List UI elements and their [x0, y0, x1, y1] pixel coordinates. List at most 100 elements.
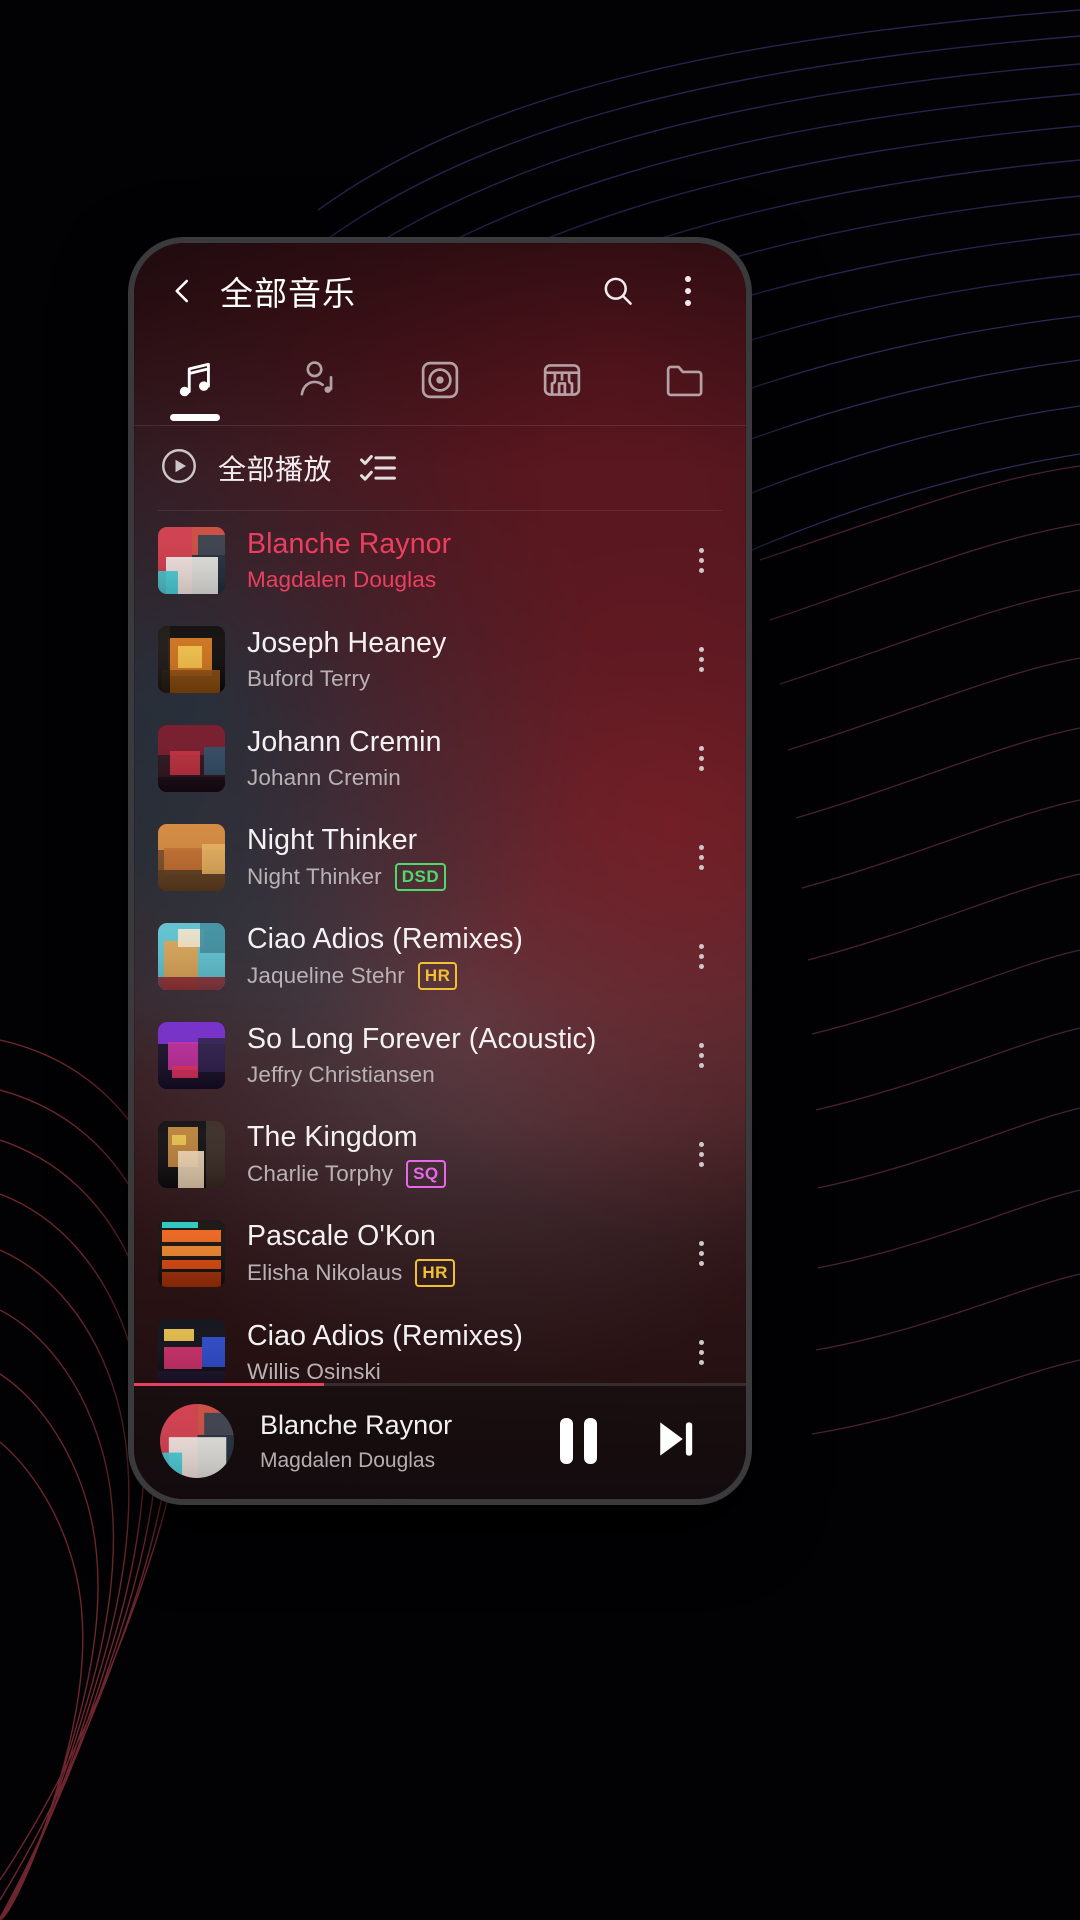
track-row[interactable]: The Kingdom Charlie Torphy SQ: [134, 1105, 746, 1204]
category-tab-bar: [134, 339, 746, 425]
track-album-art: [158, 1220, 225, 1287]
pause-button[interactable]: [542, 1405, 614, 1477]
track-meta: Johann Cremin Johann Cremin: [247, 726, 652, 791]
play-circle-icon: [158, 445, 200, 492]
tab-active-indicator: [170, 414, 221, 421]
track-list[interactable]: Blanche Raynor Magdalen Douglas Joseph Hea…: [134, 511, 746, 1383]
more-vertical-icon: [698, 548, 704, 573]
track-artist: Elisha Nikolaus: [247, 1260, 403, 1285]
skip-next-icon: [649, 1412, 703, 1471]
track-row[interactable]: Johann Cremin Johann Cremin: [134, 709, 746, 808]
track-meta: So Long Forever (Acoustic) Jeffry Christi…: [247, 1023, 652, 1088]
track-artist: Night Thinker: [247, 864, 382, 889]
track-subline: Night Thinker DSD: [247, 863, 652, 891]
track-title: Night Thinker: [247, 824, 418, 856]
quality-badge: SQ: [406, 1160, 446, 1188]
folder-icon: [662, 357, 708, 408]
pause-icon: [559, 1418, 597, 1464]
track-overflow-button[interactable]: [674, 1218, 728, 1290]
track-overflow-button[interactable]: [674, 822, 728, 894]
track-overflow-button[interactable]: [674, 723, 728, 795]
quality-badge: DSD: [394, 863, 447, 891]
track-overflow-button[interactable]: [674, 1020, 728, 1092]
track-album-art: [158, 1022, 225, 1089]
chevron-left-icon[interactable]: [160, 268, 206, 314]
track-title: So Long Forever (Acoustic): [247, 1023, 597, 1055]
track-subline: Jaqueline Stehr HR: [247, 962, 652, 990]
mini-player-title: Blanche Raynor: [260, 1409, 453, 1440]
track-subline: Charlie Torphy SQ: [247, 1160, 652, 1188]
track-title: Johann Cremin: [247, 726, 442, 758]
track-row[interactable]: Joseph Heaney Buford Terry: [134, 610, 746, 709]
track-meta: Ciao Adios (Remixes) Willis Osinski: [247, 1320, 652, 1383]
phone-device-frame: 全部音乐 全部播放 Blanche Raynor Magdalen Dougla…: [128, 237, 752, 1505]
track-subline: Buford Terry: [247, 666, 652, 692]
track-meta: Pascale O'Kon Elisha Nikolaus HR: [247, 1220, 652, 1287]
music-note-icon: [172, 357, 218, 408]
more-vertical-icon: [698, 1142, 704, 1167]
track-overflow-button[interactable]: [674, 624, 728, 696]
more-vertical-icon: [698, 1043, 704, 1068]
track-album-art: [158, 527, 225, 594]
track-artist: Jeffry Christiansen: [247, 1062, 435, 1087]
playback-progress-track[interactable]: [134, 1383, 746, 1386]
track-meta: Blanche Raynor Magdalen Douglas: [247, 528, 652, 593]
album-disc-icon: [417, 357, 463, 408]
play-all-button[interactable]: 全部播放: [158, 445, 332, 492]
mini-player-avatar[interactable]: [160, 1404, 234, 1478]
mini-player[interactable]: Blanche Raynor Magdalen Douglas: [134, 1383, 746, 1499]
track-subline: Johann Cremin: [247, 765, 652, 791]
more-vertical-icon[interactable]: [660, 263, 716, 319]
quality-badge: HR: [415, 1259, 455, 1287]
track-overflow-button[interactable]: [674, 1317, 728, 1384]
track-row[interactable]: Blanche Raynor Magdalen Douglas: [134, 511, 746, 610]
track-album-art: [158, 725, 225, 792]
track-row[interactable]: Pascale O'Kon Elisha Nikolaus HR: [134, 1204, 746, 1303]
track-row[interactable]: Ciao Adios (Remixes) Willis Osinski: [134, 1303, 746, 1383]
track-overflow-button[interactable]: [674, 525, 728, 597]
tab-songs[interactable]: [134, 339, 256, 425]
track-title: Blanche Raynor: [247, 528, 452, 560]
track-row[interactable]: So Long Forever (Acoustic) Jeffry Christi…: [134, 1006, 746, 1105]
track-album-art: [158, 923, 225, 990]
mini-player-meta: Blanche Raynor Magdalen Douglas: [260, 1410, 516, 1473]
play-all-label: 全部播放: [218, 454, 333, 485]
app-bar: 全部音乐: [134, 243, 746, 339]
search-icon[interactable]: [590, 263, 646, 319]
track-subline: Elisha Nikolaus HR: [247, 1259, 652, 1287]
artist-icon: [295, 357, 341, 408]
track-title: Ciao Adios (Remixes): [247, 923, 524, 955]
track-album-art: [158, 1121, 225, 1188]
track-row[interactable]: Ciao Adios (Remixes) Jaqueline Stehr HR: [134, 907, 746, 1006]
track-subline: Jeffry Christiansen: [247, 1062, 652, 1088]
track-subline: Magdalen Douglas: [247, 567, 652, 593]
track-meta: Night Thinker Night Thinker DSD: [247, 824, 652, 891]
track-title: Pascale O'Kon: [247, 1220, 436, 1252]
track-subline: Willis Osinski: [247, 1359, 652, 1383]
checklist-icon[interactable]: [350, 440, 406, 496]
track-title: Joseph Heaney: [247, 627, 447, 659]
more-vertical-icon: [698, 647, 704, 672]
more-vertical-icon: [698, 746, 704, 771]
tab-folders[interactable]: [624, 339, 746, 425]
mini-player-artist: Magdalen Douglas: [260, 1448, 436, 1472]
more-vertical-icon: [698, 845, 704, 870]
track-artist: Charlie Torphy: [247, 1161, 394, 1186]
tab-genres[interactable]: [501, 339, 623, 425]
track-artist: Magdalen Douglas: [247, 567, 437, 592]
track-row[interactable]: Night Thinker Night Thinker DSD: [134, 808, 746, 907]
track-album-art: [158, 626, 225, 693]
track-artist: Willis Osinski: [247, 1359, 381, 1383]
next-track-button[interactable]: [640, 1405, 712, 1477]
track-overflow-button[interactable]: [674, 1119, 728, 1191]
tab-artists[interactable]: [256, 339, 378, 425]
playback-progress-fill: [134, 1383, 324, 1386]
track-overflow-button[interactable]: [674, 921, 728, 993]
track-artist: Johann Cremin: [247, 765, 401, 790]
more-vertical-icon: [698, 1340, 704, 1365]
tab-albums[interactable]: [379, 339, 501, 425]
track-meta: Joseph Heaney Buford Terry: [247, 627, 652, 692]
track-artist: Jaqueline Stehr: [247, 963, 405, 988]
app-screen: 全部音乐 全部播放 Blanche Raynor Magdalen Dougla…: [134, 243, 746, 1499]
track-album-art: [158, 1319, 225, 1383]
